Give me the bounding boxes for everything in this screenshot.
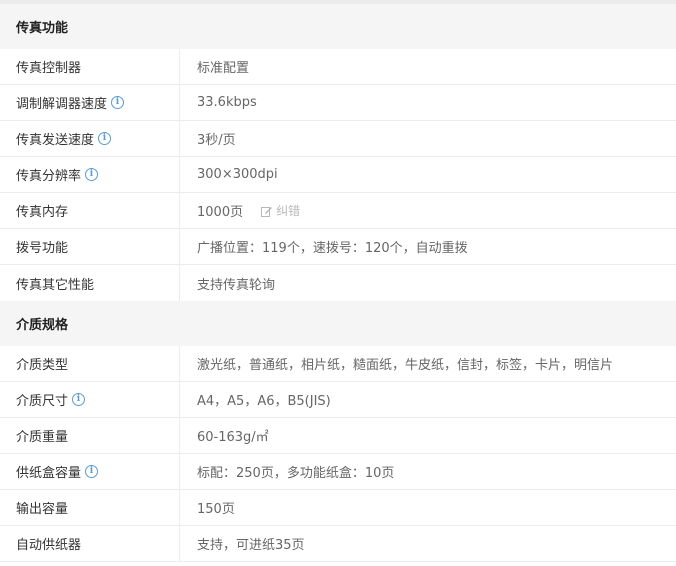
spec-label: 介质尺寸 — [16, 394, 69, 409]
spec-label: 拨号功能 — [16, 241, 69, 256]
spec-row-media-weight: 介质重量 60-163g/㎡ — [0, 418, 676, 454]
spec-label-cell: 介质重量 — [0, 418, 180, 453]
spec-label: 供纸盒容量 — [16, 466, 82, 481]
spec-label: 传真内存 — [16, 205, 69, 220]
spec-row-auto-feeder: 自动供纸器 支持，可进纸35页 — [0, 526, 676, 562]
spec-value: 支持传真轮询 — [197, 277, 276, 293]
spec-value: A4，A5，A6，B5(JIS) — [197, 394, 331, 409]
spec-label: 自动供纸器 — [16, 538, 82, 553]
pencil-edit-icon — [261, 206, 273, 217]
spec-value-cell: 300×300dpi — [180, 157, 676, 192]
spec-value-cell: 150页 — [180, 490, 676, 525]
spec-value: 支持，可进纸35页 — [197, 538, 305, 553]
spec-row-dial-function: 拨号功能 广播位置：119个，速拨号：120个，自动重拨 — [0, 229, 676, 265]
spec-label: 介质重量 — [16, 430, 69, 445]
section-header-media: 介质规格 — [0, 301, 676, 346]
spec-value-cell: 60-163g/㎡ — [180, 418, 676, 453]
spec-value-cell: 3秒/页 — [180, 121, 676, 156]
spec-row-fax-send-speed: 传真发送速度 i 3秒/页 — [0, 121, 676, 157]
spec-label: 介质类型 — [16, 358, 69, 373]
spec-value-cell: 1000页 纠错 — [180, 193, 676, 228]
spec-value: 150页 — [197, 502, 235, 517]
spec-row-fax-other: 传真其它性能 支持传真轮询 — [0, 265, 676, 301]
spec-value: 标准配置 — [197, 61, 250, 76]
spec-value-cell: 33.6kbps — [180, 85, 676, 120]
spec-value-cell: 标配：250页，多功能纸盒：10页 — [180, 454, 676, 489]
spec-value: 60-163g/㎡ — [197, 430, 269, 445]
spec-value-cell: A4，A5，A6，B5(JIS) — [180, 382, 676, 417]
info-icon[interactable]: i — [111, 96, 125, 109]
spec-row-tray-capacity: 供纸盒容量 i 标配：250页，多功能纸盒：10页 — [0, 454, 676, 490]
spec-value: 33.6kbps — [197, 95, 257, 110]
spec-value: 300×300dpi — [197, 167, 278, 182]
spec-label: 传真分辨率 — [16, 169, 82, 184]
spec-table: 传真功能 传真控制器 标准配置 调制解调器速度 i 33.6kbps 传真发送速… — [0, 0, 676, 562]
section-header-fax: 传真功能 — [0, 4, 676, 49]
spec-row-modem-speed: 调制解调器速度 i 33.6kbps — [0, 85, 676, 121]
spec-value: 3秒/页 — [197, 133, 236, 148]
spec-value: 1000页 — [197, 205, 244, 220]
spec-row-output-capacity: 输出容量 150页 — [0, 490, 676, 526]
spec-row-fax-resolution: 传真分辨率 i 300×300dpi — [0, 157, 676, 193]
spec-label-cell: 输出容量 — [0, 490, 180, 525]
section-title: 传真功能 — [16, 21, 69, 36]
info-icon[interactable]: i — [98, 132, 112, 145]
spec-label-cell: 传真控制器 — [0, 49, 180, 84]
spec-value-cell: 激光纸，普通纸，相片纸，糙面纸，牛皮纸，信封，标签，卡片，明信片 — [180, 346, 676, 381]
correction-link[interactable]: 纠错 — [261, 202, 300, 219]
info-icon[interactable]: i — [85, 465, 99, 478]
spec-value: 广播位置：119个，速拨号：120个，自动重拨 — [197, 241, 468, 256]
correction-label: 纠错 — [276, 204, 301, 218]
spec-label-cell: 传真分辨率 i — [0, 157, 180, 192]
spec-row-fax-memory: 传真内存 1000页 纠错 — [0, 193, 676, 229]
info-icon[interactable]: i — [85, 168, 99, 181]
spec-label: 输出容量 — [16, 502, 69, 517]
spec-value-cell: 标准配置 — [180, 49, 676, 84]
spec-label: 传真发送速度 — [16, 133, 95, 148]
spec-value-cell: 广播位置：119个，速拨号：120个，自动重拨 — [180, 229, 676, 264]
spec-label-cell: 供纸盒容量 i — [0, 454, 180, 489]
spec-row-media-size: 介质尺寸 i A4，A5，A6，B5(JIS) — [0, 382, 676, 418]
spec-label: 传真其它性能 — [16, 277, 95, 293]
spec-label-cell: 传真发送速度 i — [0, 121, 180, 156]
spec-value: 激光纸，普通纸，相片纸，糙面纸，牛皮纸，信封，标签，卡片，明信片 — [197, 358, 614, 373]
spec-row-media-type: 介质类型 激光纸，普通纸，相片纸，糙面纸，牛皮纸，信封，标签，卡片，明信片 — [0, 346, 676, 382]
spec-label-cell: 传真内存 — [0, 193, 180, 228]
spec-label-cell: 传真其它性能 — [0, 265, 180, 301]
spec-label-cell: 调制解调器速度 i — [0, 85, 180, 120]
spec-label-cell: 自动供纸器 — [0, 526, 180, 561]
spec-label-cell: 介质类型 — [0, 346, 180, 381]
spec-label-cell: 介质尺寸 i — [0, 382, 180, 417]
section-title: 介质规格 — [16, 318, 69, 333]
spec-label: 调制解调器速度 — [16, 97, 108, 112]
spec-value: 标配：250页，多功能纸盒：10页 — [197, 466, 395, 481]
spec-label: 传真控制器 — [16, 61, 82, 76]
spec-row-fax-controller: 传真控制器 标准配置 — [0, 49, 676, 85]
spec-value-cell: 支持，可进纸35页 — [180, 526, 676, 561]
spec-label-cell: 拨号功能 — [0, 229, 180, 264]
spec-value-cell: 支持传真轮询 — [180, 265, 676, 301]
info-icon[interactable]: i — [72, 393, 86, 406]
